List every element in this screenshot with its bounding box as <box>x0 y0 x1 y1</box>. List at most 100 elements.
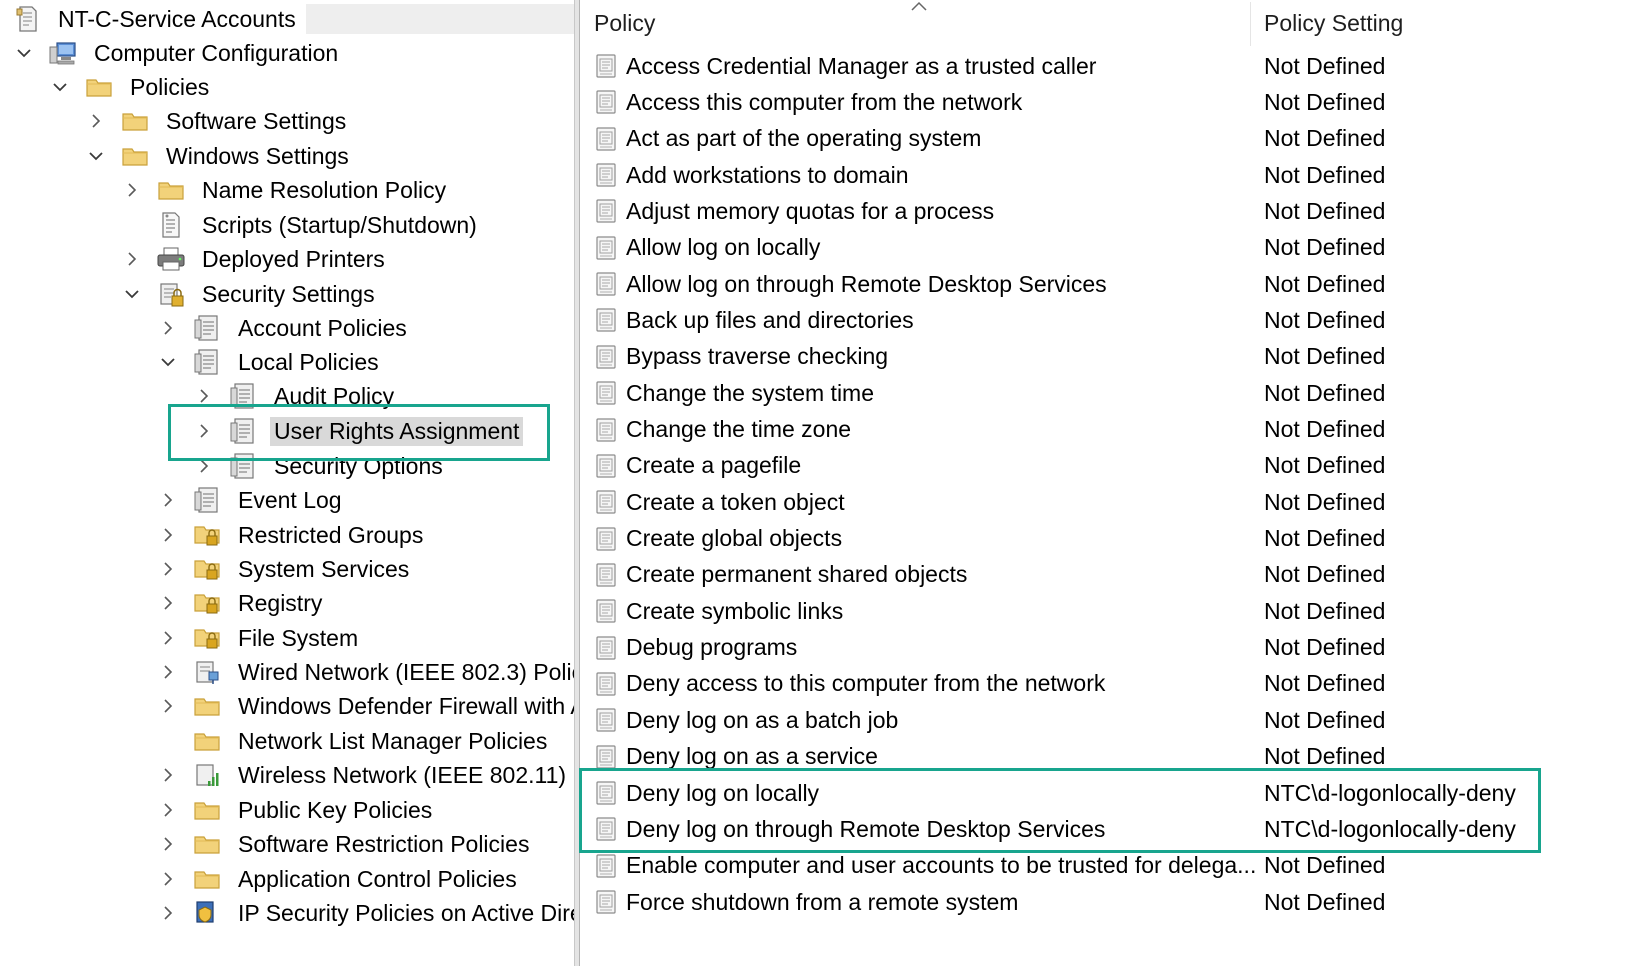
tree-node[interactable]: Wired Network (IEEE 802.3) Policie <box>156 655 574 689</box>
policy-setting: Not Defined <box>1264 270 1386 297</box>
tree-node[interactable]: Wireless Network (IEEE 802.11) Po <box>156 758 574 792</box>
policy-setting: Not Defined <box>1264 125 1386 152</box>
chevron-right-icon[interactable] <box>120 247 144 271</box>
chevron-right-icon[interactable] <box>156 557 180 581</box>
locked-folder-icon <box>192 520 222 550</box>
chevron-right-icon[interactable] <box>156 523 180 547</box>
tree-node[interactable]: System Services <box>156 552 413 586</box>
tree-node[interactable]: Software Settings <box>84 104 350 138</box>
policy-row[interactable]: Create global objects Not Defined <box>580 521 1640 557</box>
chevron-down-icon[interactable] <box>120 282 144 306</box>
chevron-right-icon[interactable] <box>192 384 216 408</box>
tree-node[interactable]: Deployed Printers <box>120 242 389 276</box>
column-header-policy[interactable]: Policy <box>594 0 655 46</box>
policy-row[interactable]: Back up files and directories Not Defined <box>580 302 1640 338</box>
policy-row[interactable]: Act as part of the operating system Not D… <box>580 121 1640 157</box>
policy-row[interactable]: Create a pagefile Not Defined <box>580 448 1640 484</box>
policy-name: Deny log on locally <box>626 779 820 806</box>
policy-row[interactable]: Allow log on through Remote Desktop Serv… <box>580 266 1640 302</box>
tree-node[interactable]: Security Settings <box>120 277 379 311</box>
chevron-right-icon[interactable] <box>192 454 216 478</box>
policy-row[interactable]: Access Credential Manager as a trusted c… <box>580 48 1640 84</box>
tree-node[interactable]: Registry <box>156 586 326 620</box>
policy-row[interactable]: Bypass traverse checking Not Defined <box>580 339 1640 375</box>
chevron-right-icon[interactable] <box>156 694 180 718</box>
tree-node[interactable]: Account Policies <box>156 311 411 345</box>
column-header-policy-label: Policy <box>594 9 656 36</box>
policy-name: Adjust memory quotas for a process <box>626 197 995 224</box>
tree-node[interactable]: User Rights Assignment <box>192 414 524 448</box>
chevron-right-icon[interactable] <box>156 316 180 340</box>
tree-node[interactable]: Windows Settings <box>84 139 353 173</box>
policy-book-icon <box>228 381 258 411</box>
policy-row[interactable]: Create permanent shared objects Not Defin… <box>580 557 1640 593</box>
policy-icon <box>594 125 618 153</box>
tree-node[interactable]: Name Resolution Policy <box>120 173 450 207</box>
policy-setting: Not Defined <box>1264 888 1386 915</box>
tree-node[interactable]: IP Security Policies on Active Direc <box>156 896 574 930</box>
policy-row[interactable]: Adjust memory quotas for a process Not De… <box>580 193 1640 229</box>
tree-node[interactable]: Application Control Policies <box>156 862 521 896</box>
chevron-right-icon[interactable] <box>156 660 180 684</box>
chevron-right-icon[interactable] <box>156 488 180 512</box>
tree-root[interactable]: NT-C-Service Accounts <box>12 2 574 36</box>
column-separator[interactable] <box>1250 2 1251 46</box>
tree-node[interactable]: Security Options <box>192 449 447 483</box>
tree-node[interactable]: Network List Manager Policies <box>156 724 551 758</box>
tree-node[interactable]: Restricted Groups <box>156 518 427 552</box>
printer-icon <box>156 244 186 274</box>
policy-book-icon <box>228 451 258 481</box>
policy-setting: Not Defined <box>1264 161 1386 188</box>
tree-node[interactable]: Software Restriction Policies <box>156 827 533 861</box>
policy-row[interactable]: Force shutdown from a remote system Not D… <box>580 884 1640 920</box>
tree-node[interactable]: Policies <box>48 70 213 104</box>
chevron-down-icon[interactable] <box>156 350 180 374</box>
policy-row[interactable]: Change the time zone Not Defined <box>580 412 1640 448</box>
tree-node[interactable]: Computer Configuration <box>12 36 342 70</box>
policy-row[interactable]: Deny access to this computer from the ne… <box>580 666 1640 702</box>
chevron-down-icon[interactable] <box>48 75 72 99</box>
policy-list-pane[interactable]: Policy Policy Setting Access Credential … <box>580 0 1640 966</box>
tree-node[interactable]: Audit Policy <box>192 379 398 413</box>
policy-row[interactable]: Debug programs Not Defined <box>580 630 1640 666</box>
chevron-right-icon[interactable] <box>156 832 180 856</box>
policy-row[interactable]: Create symbolic links Not Defined <box>580 593 1640 629</box>
column-header-setting-label: Policy Setting <box>1264 9 1404 36</box>
policy-row[interactable]: Access this computer from the network Not… <box>580 84 1640 120</box>
policy-icon <box>594 452 618 480</box>
chevron-right-icon[interactable] <box>156 591 180 615</box>
column-header-setting[interactable]: Policy Setting <box>1264 0 1403 46</box>
tree-node[interactable]: Event Log <box>156 483 346 517</box>
tree-node-label: Registry <box>238 589 323 616</box>
chevron-right-icon[interactable] <box>156 626 180 650</box>
policy-row[interactable]: Deny log on through Remote Desktop Servi… <box>580 811 1640 847</box>
tree-node-label: Event Log <box>238 486 342 513</box>
chevron-down-icon[interactable] <box>84 144 108 168</box>
chevron-right-icon[interactable] <box>156 901 180 925</box>
tree-node-label: Restricted Groups <box>238 521 424 548</box>
tree-node-label: Deployed Printers <box>202 245 385 272</box>
policy-setting: Not Defined <box>1264 634 1386 661</box>
chevron-right-icon[interactable] <box>84 109 108 133</box>
policy-row[interactable]: Enable computer and user accounts to be … <box>580 848 1640 884</box>
policy-row[interactable]: Create a token object Not Defined <box>580 484 1640 520</box>
chevron-right-icon[interactable] <box>156 798 180 822</box>
policy-row[interactable]: Deny log on locally NTC\d-logonlocally-de… <box>580 775 1640 811</box>
chevron-right-icon[interactable] <box>156 867 180 891</box>
chevron-right-icon[interactable] <box>156 763 180 787</box>
policy-row[interactable]: Deny log on as a service Not Defined <box>580 739 1640 775</box>
tree-node[interactable]: Local Policies <box>156 345 383 379</box>
tree-node[interactable]: File System <box>156 621 362 655</box>
policy-row[interactable]: Change the system time Not Defined <box>580 375 1640 411</box>
chevron-right-icon[interactable] <box>192 419 216 443</box>
tree-node[interactable]: Public Key Policies <box>156 793 436 827</box>
policy-row[interactable]: Add workstations to domain Not Defined <box>580 157 1640 193</box>
policy-row[interactable]: Allow log on locally Not Defined <box>580 230 1640 266</box>
chevron-down-icon[interactable] <box>12 41 36 65</box>
chevron-right-icon[interactable] <box>120 178 144 202</box>
policy-row[interactable]: Deny log on as a batch job Not Defined <box>580 702 1640 738</box>
locked-folder-icon <box>192 554 222 584</box>
tree-node[interactable]: Windows Defender Firewall with A <box>156 689 574 723</box>
tree-node[interactable]: Scripts (Startup/Shutdown) <box>120 208 481 242</box>
console-tree-pane[interactable]: NT-C-Service Accounts Computer Configura… <box>0 0 574 966</box>
